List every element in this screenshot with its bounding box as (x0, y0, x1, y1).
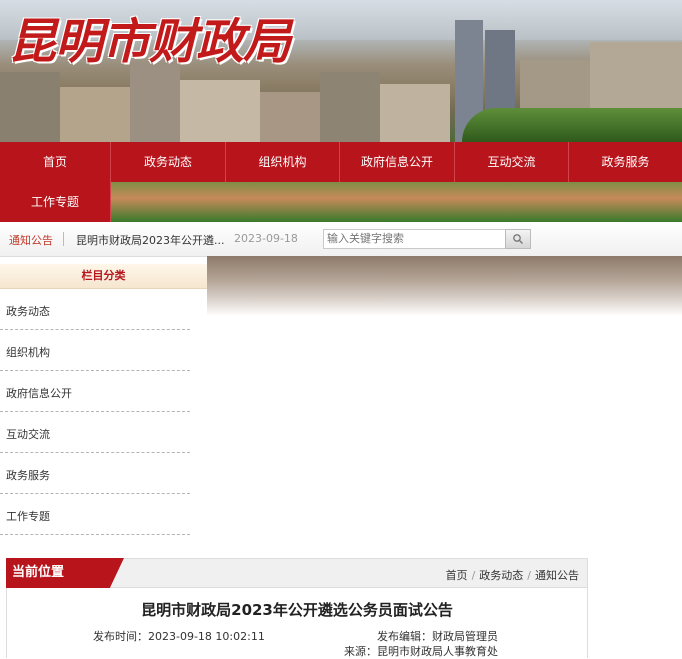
main-nav: 首页 政务动态 组织机构 政府信息公开 互动交流 政务服务 工作专题 (0, 142, 682, 222)
publish-time-label: 发布时间： (93, 630, 148, 643)
notice-link[interactable]: 昆明市财政局2023年公开遴... (76, 232, 224, 248)
nav-item-info-disclosure[interactable]: 政府信息公开 (340, 142, 455, 182)
banner-building (130, 62, 180, 142)
publish-time-value: 2023-09-18 10:02:11 (148, 630, 265, 643)
sidebar: 栏目分类 政务动态 组织机构 政府信息公开 互动交流 政务服务 工作专题 (0, 264, 207, 535)
breadcrumb-home[interactable]: 首页 (446, 569, 468, 582)
article-publish-time: 发布时间：2023-09-18 10:02:11 (93, 628, 265, 644)
sidebar-item-services[interactable]: 政务服务 (0, 453, 190, 494)
site-logo-title[interactable]: 昆明市财政局 (8, 2, 291, 72)
header-banner: 昆明市财政局 (0, 0, 682, 142)
sidebar-item-info-disclosure[interactable]: 政府信息公开 (0, 371, 190, 412)
editor-label: 发布编辑： (377, 630, 432, 643)
sidebar-item-news[interactable]: 政务动态 (0, 289, 190, 330)
banner-trees (462, 108, 682, 142)
article-source: 来源：昆明市财政局人事教育处 (344, 643, 498, 659)
banner-building (380, 84, 450, 142)
sidebar-heading: 栏目分类 (0, 264, 207, 289)
editor-value: 财政局管理员 (432, 630, 498, 643)
breadcrumb: 当前位置 首页 / 政务动态 / 通知公告 (6, 558, 588, 588)
search-button[interactable] (505, 229, 531, 249)
banner-building (260, 92, 320, 142)
decorative-landscape (207, 256, 682, 316)
breadcrumb-separator: / (527, 569, 531, 582)
breadcrumb-title: 当前位置 (6, 558, 124, 588)
article-title: 昆明市财政局2023年公开遴选公务员面试公告 (141, 601, 453, 619)
source-value: 昆明市财政局人事教育处 (377, 645, 498, 658)
breadcrumb-news[interactable]: 政务动态 (479, 569, 523, 582)
banner-building (0, 72, 60, 142)
source-label: 来源： (344, 645, 377, 658)
article: 昆明市财政局2023年公开遴选公务员面试公告 发布时间：2023-09-18 1… (6, 588, 588, 658)
banner-building (180, 80, 260, 142)
sidebar-item-interaction[interactable]: 互动交流 (0, 412, 190, 453)
search-input[interactable] (323, 229, 511, 249)
sidebar-item-organization[interactable]: 组织机构 (0, 330, 190, 371)
notice-divider (63, 232, 64, 246)
breadcrumb-path: 首页 / 政务动态 / 通知公告 (446, 567, 579, 583)
sidebar-item-topics[interactable]: 工作专题 (0, 494, 190, 535)
nav-item-home[interactable]: 首页 (0, 142, 111, 182)
nav-item-interaction[interactable]: 互动交流 (455, 142, 569, 182)
banner-building (320, 72, 380, 142)
banner-building (60, 87, 130, 142)
nav-item-topics[interactable]: 工作专题 (0, 182, 111, 222)
search-icon (513, 234, 523, 244)
article-editor: 发布编辑：财政局管理员 (377, 628, 498, 644)
breadcrumb-separator: / (471, 569, 476, 582)
nav-item-news[interactable]: 政务动态 (111, 142, 226, 182)
notice-date: 2023-09-18 (234, 232, 298, 245)
nav-item-organization[interactable]: 组织机构 (226, 142, 340, 182)
notice-label: 通知公告 (9, 234, 53, 247)
nav-item-services[interactable]: 政务服务 (569, 142, 682, 182)
breadcrumb-notices[interactable]: 通知公告 (535, 569, 579, 582)
